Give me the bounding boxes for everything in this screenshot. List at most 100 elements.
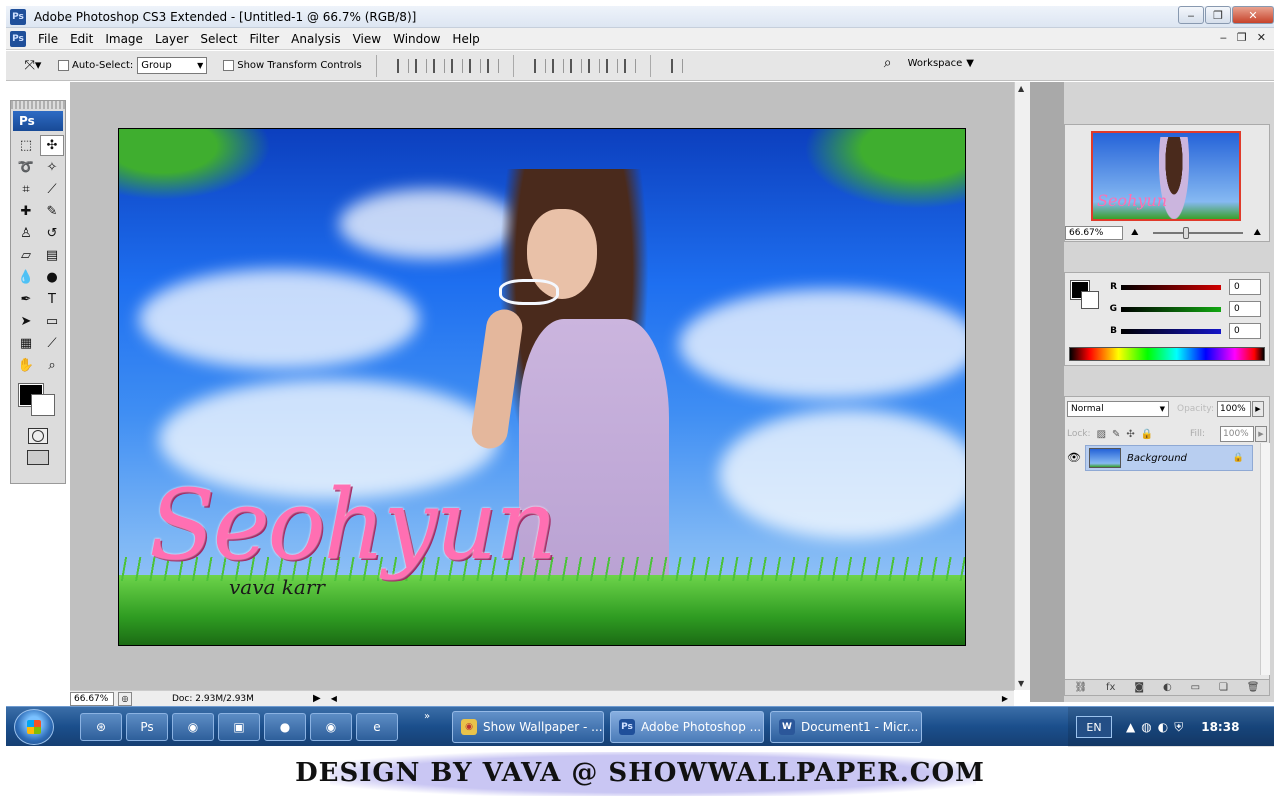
new-group-icon[interactable]: ▭ bbox=[1191, 682, 1200, 693]
menu-file[interactable]: File bbox=[38, 32, 58, 46]
scroll-down-icon[interactable]: ▼ bbox=[1018, 679, 1024, 688]
add-mask-icon[interactable]: ◙ bbox=[1134, 682, 1144, 693]
more-icons-chevron-icon[interactable]: » bbox=[424, 711, 430, 722]
background-color-swatch[interactable] bbox=[31, 394, 55, 416]
image-canvas[interactable]: Seohyun vava karr bbox=[118, 128, 966, 646]
history-brush-tool-icon[interactable]: ↺ bbox=[40, 223, 64, 244]
zoom-out-icon[interactable]: ⛰ bbox=[1131, 228, 1139, 238]
doc-close-icon[interactable]: ✕ bbox=[1257, 31, 1266, 44]
status-info-icon[interactable]: ◎ bbox=[118, 691, 132, 706]
zoom-in-icon[interactable]: ⛰ bbox=[1253, 228, 1261, 238]
layers-scrollbar[interactable] bbox=[1260, 443, 1270, 675]
notes-tool-icon[interactable]: ▦ bbox=[14, 333, 38, 354]
toolbox-grip[interactable] bbox=[11, 101, 65, 109]
document-vertical-scrollbar[interactable]: ▲ ▼ bbox=[1014, 82, 1030, 690]
align-right-icon[interactable] bbox=[486, 58, 499, 73]
clone-stamp-tool-icon[interactable]: ♙ bbox=[14, 223, 38, 244]
language-indicator[interactable]: EN bbox=[1076, 716, 1112, 738]
auto-align-icon[interactable] bbox=[670, 58, 683, 73]
lock-image-icon[interactable]: ✎ bbox=[1112, 429, 1120, 440]
crop-tool-icon[interactable]: ⌗ bbox=[14, 179, 38, 200]
pen-tool-icon[interactable]: ✒ bbox=[14, 289, 38, 310]
zoom-tool-icon[interactable]: ⌕ bbox=[40, 355, 64, 376]
volume-icon[interactable]: ◐ bbox=[1158, 720, 1168, 735]
menu-view[interactable]: View bbox=[353, 32, 381, 46]
clock[interactable]: 18:38 bbox=[1201, 720, 1239, 734]
search-icon[interactable]: ⌕ bbox=[884, 55, 892, 71]
align-top-icon[interactable] bbox=[396, 58, 409, 73]
distribute-hcenter-icon[interactable] bbox=[605, 58, 618, 73]
zoom-slider-handle[interactable] bbox=[1183, 227, 1189, 239]
start-button[interactable] bbox=[14, 709, 54, 745]
dodge-tool-icon[interactable]: ● bbox=[40, 267, 64, 288]
taskbar-word-window[interactable]: W Document1 - Micr... bbox=[770, 711, 922, 743]
layer-style-icon[interactable]: fx bbox=[1106, 682, 1115, 693]
fill-arrow-icon[interactable]: ▶ bbox=[1255, 426, 1267, 442]
layer-row-background[interactable]: Background 🔒 bbox=[1085, 445, 1253, 471]
gradient-tool-icon[interactable]: ▤ bbox=[40, 245, 64, 266]
align-hcenter-icon[interactable] bbox=[468, 58, 481, 73]
screen-mode-icon[interactable] bbox=[27, 450, 49, 465]
visibility-eye-icon[interactable]: 👁 bbox=[1067, 451, 1081, 464]
brush-tool-icon[interactable]: ✎ bbox=[40, 201, 64, 222]
navigator-thumbnail[interactable]: Seohyun bbox=[1091, 131, 1241, 221]
green-value-field[interactable]: 0 bbox=[1229, 301, 1261, 317]
lock-position-icon[interactable]: ✣ bbox=[1126, 429, 1134, 440]
magic-wand-tool-icon[interactable]: ✧ bbox=[40, 157, 64, 178]
menu-help[interactable]: Help bbox=[452, 32, 479, 46]
show-hidden-icons-icon[interactable]: ▲ bbox=[1126, 720, 1135, 735]
menu-window[interactable]: Window bbox=[393, 32, 440, 46]
move-tool-icon[interactable]: ✣ bbox=[40, 135, 64, 156]
menu-analysis[interactable]: Analysis bbox=[291, 32, 340, 46]
fill-field[interactable]: 100% bbox=[1220, 426, 1254, 442]
taskbar-photoshop-window[interactable]: Ps Adobe Photoshop ... bbox=[610, 711, 764, 743]
scroll-left-icon[interactable]: ◀ bbox=[331, 694, 337, 703]
quicklaunch-photoshop-icon[interactable]: Ps bbox=[126, 713, 168, 741]
document-icon[interactable]: Ps bbox=[10, 30, 26, 47]
distribute-top-icon[interactable] bbox=[533, 58, 546, 73]
taskbar-chrome-window[interactable]: ◉ Show Wallpaper - ... bbox=[452, 711, 604, 743]
link-layers-icon[interactable]: ⛓ bbox=[1074, 682, 1087, 693]
quicklaunch-chrome2-icon[interactable]: ◉ bbox=[310, 713, 352, 741]
blue-slider[interactable] bbox=[1121, 328, 1221, 334]
scroll-up-icon[interactable]: ▲ bbox=[1018, 84, 1024, 93]
workspace-menu[interactable]: Workspace ▼ bbox=[908, 58, 974, 69]
distribute-bottom-icon[interactable] bbox=[569, 58, 582, 73]
lock-all-icon[interactable]: 🔒 bbox=[1141, 429, 1153, 440]
type-tool-icon[interactable]: T bbox=[40, 289, 64, 310]
lock-transparent-icon[interactable]: ▨ bbox=[1097, 429, 1106, 440]
status-menu-arrow-icon[interactable]: ▶ bbox=[313, 693, 321, 704]
distribute-left-icon[interactable] bbox=[587, 58, 600, 73]
maximize-button[interactable]: ❐ bbox=[1205, 6, 1231, 24]
lasso-tool-icon[interactable]: ➰ bbox=[14, 157, 38, 178]
quicklaunch-chrome-icon[interactable]: ◉ bbox=[172, 713, 214, 741]
navigator-zoom-slider[interactable] bbox=[1153, 232, 1243, 234]
adjustment-layer-icon[interactable]: ◐ bbox=[1163, 682, 1172, 693]
blue-value-field[interactable]: 0 bbox=[1229, 323, 1261, 339]
move-tool-preset-icon[interactable]: ⤧▾ bbox=[18, 55, 48, 77]
photoshop-logo[interactable]: Ps bbox=[13, 111, 63, 131]
opacity-arrow-icon[interactable]: ▶ bbox=[1252, 401, 1264, 417]
blur-tool-icon[interactable]: 💧 bbox=[14, 267, 38, 288]
menu-select[interactable]: Select bbox=[200, 32, 237, 46]
panel-background-swatch[interactable] bbox=[1081, 291, 1099, 309]
delete-layer-icon[interactable]: 🗑 bbox=[1247, 682, 1260, 693]
network-icon[interactable]: ◍ bbox=[1141, 720, 1151, 735]
align-left-icon[interactable] bbox=[450, 58, 463, 73]
menu-image[interactable]: Image bbox=[105, 32, 143, 46]
eyedropper-tool-icon[interactable]: ⟋ bbox=[40, 333, 64, 354]
distribute-vcenter-icon[interactable] bbox=[551, 58, 564, 73]
healing-brush-tool-icon[interactable]: ✚ bbox=[14, 201, 38, 222]
doc-restore-icon[interactable]: ❐ bbox=[1237, 31, 1247, 44]
marquee-tool-icon[interactable]: ⬚ bbox=[14, 135, 38, 156]
opacity-field[interactable]: 100% bbox=[1217, 401, 1251, 417]
quicklaunch-ie-icon[interactable]: e bbox=[356, 713, 398, 741]
red-value-field[interactable]: 0 bbox=[1229, 279, 1261, 295]
status-zoom-field[interactable]: 66.67% bbox=[70, 691, 114, 706]
shape-tool-icon[interactable]: ▭ bbox=[40, 311, 64, 332]
green-slider[interactable] bbox=[1121, 306, 1221, 312]
eraser-tool-icon[interactable]: ▱ bbox=[14, 245, 38, 266]
blend-mode-dropdown[interactable]: Normal ▼ bbox=[1067, 401, 1169, 417]
scroll-right-icon[interactable]: ▶ bbox=[1002, 694, 1008, 703]
auto-select-dropdown[interactable]: Group ▼ bbox=[137, 57, 208, 74]
